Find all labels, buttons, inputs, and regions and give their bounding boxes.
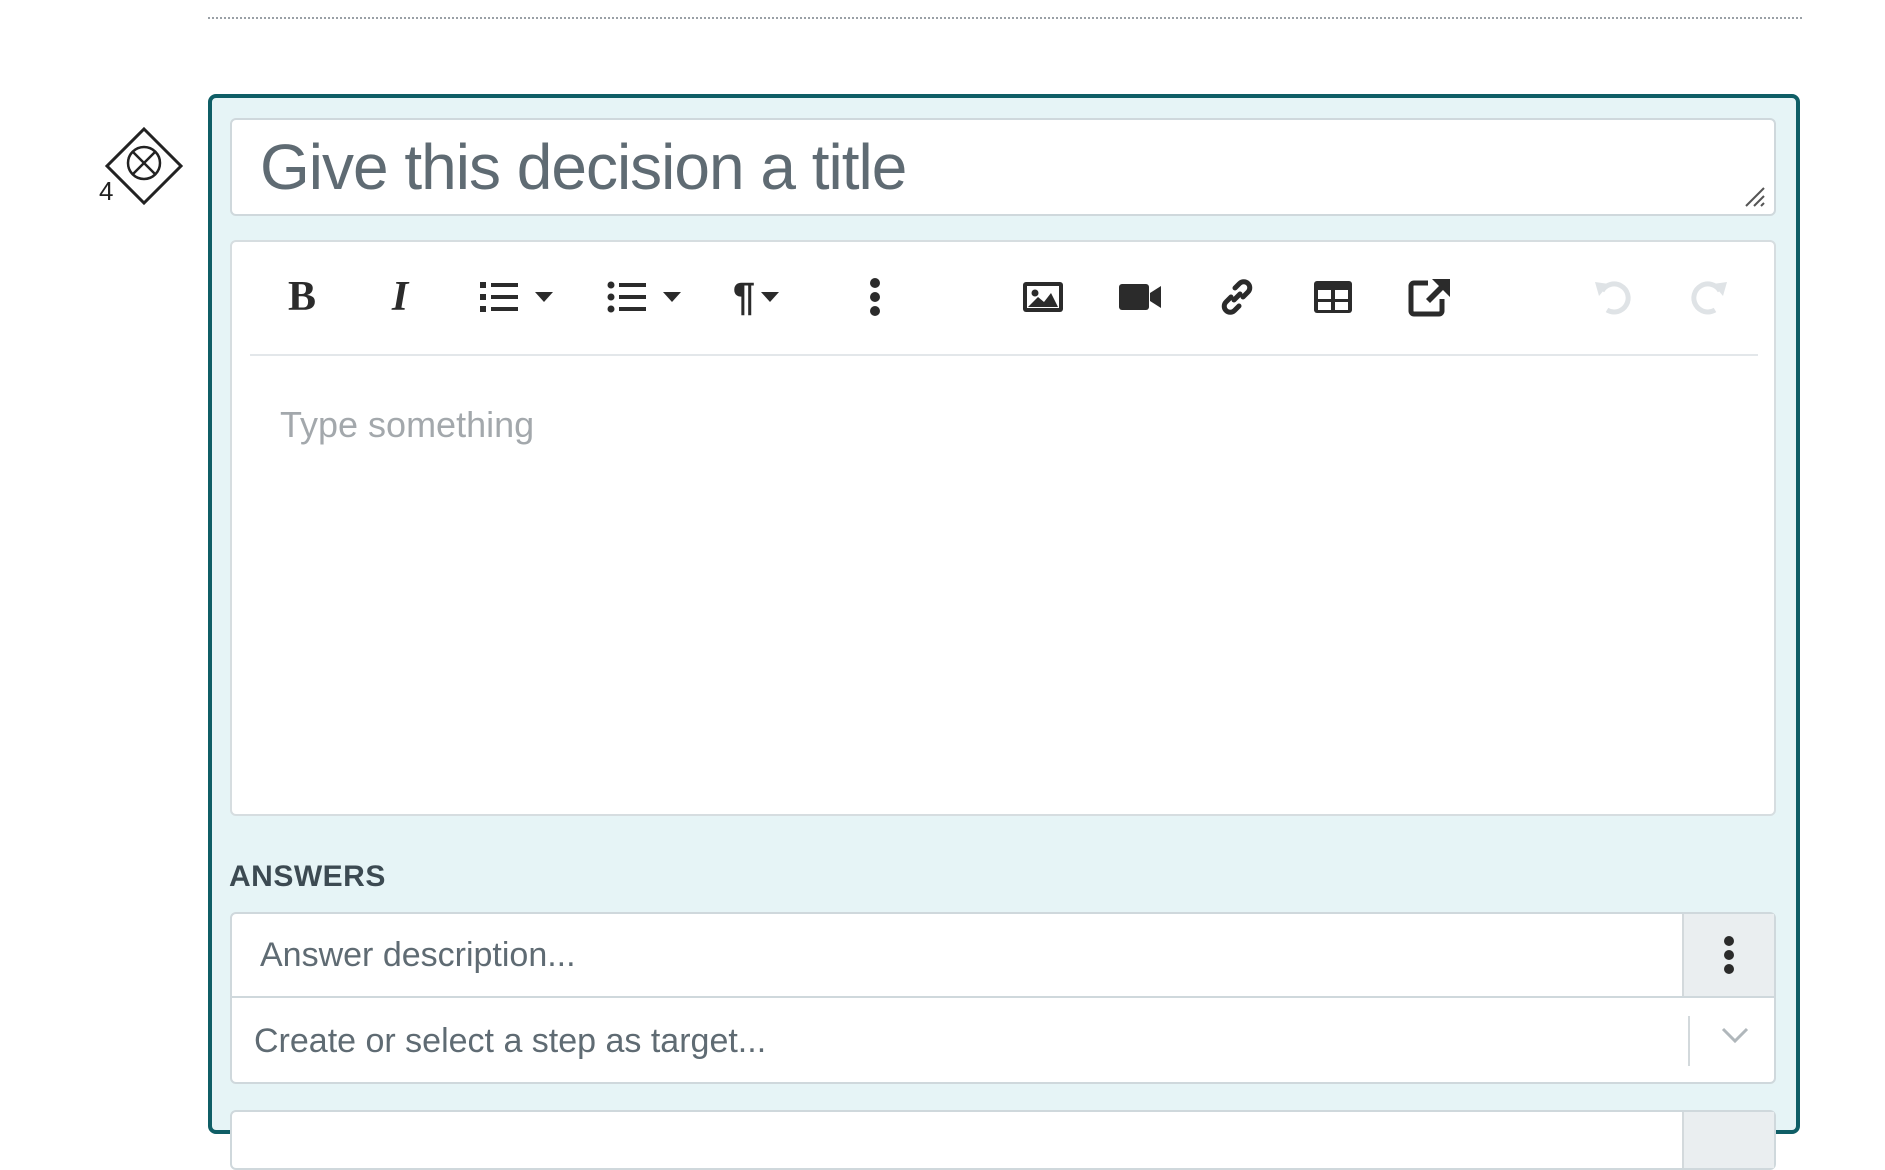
unordered-list-button[interactable] [602, 270, 652, 324]
link-icon [1221, 279, 1253, 315]
ordered-list-dropdown[interactable] [532, 270, 556, 324]
step-number: 4 [99, 176, 114, 206]
more-options-button[interactable] [860, 270, 890, 324]
external-link-icon [1408, 279, 1450, 317]
unordered-list-dropdown[interactable] [660, 270, 684, 324]
ordered-list-icon [480, 282, 518, 312]
table-icon [1314, 281, 1352, 313]
editor-content-area[interactable]: Type something [232, 356, 1774, 814]
unordered-list-icon [607, 281, 646, 313]
answer-description-input[interactable] [232, 914, 1692, 996]
bold-button[interactable]: B [278, 270, 326, 324]
decision-title-field[interactable] [230, 118, 1776, 216]
caret-down-icon [761, 292, 780, 302]
target-select-placeholder: Create or select a step as target... [254, 1022, 767, 1060]
vertical-ellipsis-icon [870, 278, 880, 316]
rich-text-editor: B I ¶ Type something [230, 240, 1776, 816]
decision-step-marker[interactable]: 4 [96, 126, 188, 210]
insert-link-button[interactable] [1214, 270, 1260, 324]
ordered-list-button[interactable] [474, 270, 524, 324]
answer-description-row [230, 912, 1776, 998]
editor-placeholder: Type something [280, 404, 535, 445]
decision-card: B I [208, 94, 1800, 1170]
chevron-down-icon[interactable] [1720, 1026, 1750, 1044]
image-icon [1023, 282, 1063, 312]
insert-table-button[interactable] [1310, 270, 1356, 324]
answer-options-button[interactable] [1682, 914, 1774, 996]
resize-handle-icon[interactable] [1742, 184, 1768, 210]
undo-icon [1595, 281, 1631, 315]
editor-toolbar: B I ¶ [250, 242, 1758, 356]
insert-video-button[interactable] [1116, 270, 1164, 324]
decision-title-input[interactable] [232, 120, 1774, 214]
paragraph-icon: ¶ [732, 274, 756, 319]
undo-button[interactable] [1590, 270, 1636, 324]
answer-target-select[interactable]: Create or select a step as target... [230, 996, 1776, 1084]
decision-diamond-icon [104, 126, 184, 206]
section-divider [208, 17, 1802, 19]
paragraph-format-button[interactable]: ¶ [720, 270, 792, 324]
answer-description-row [230, 1110, 1776, 1170]
insert-external-link-button[interactable] [1406, 270, 1454, 324]
answer-options-button[interactable] [1682, 1112, 1774, 1168]
answers-heading: ANSWERS [229, 860, 386, 893]
caret-down-icon [535, 292, 553, 302]
insert-image-button[interactable] [1020, 270, 1066, 324]
caret-down-icon [663, 292, 681, 302]
redo-button[interactable] [1686, 270, 1732, 324]
italic-button[interactable]: I [376, 270, 424, 324]
vertical-ellipsis-icon [1724, 936, 1734, 974]
redo-icon [1691, 281, 1727, 315]
video-camera-icon [1119, 284, 1161, 310]
select-separator [1688, 1016, 1690, 1066]
